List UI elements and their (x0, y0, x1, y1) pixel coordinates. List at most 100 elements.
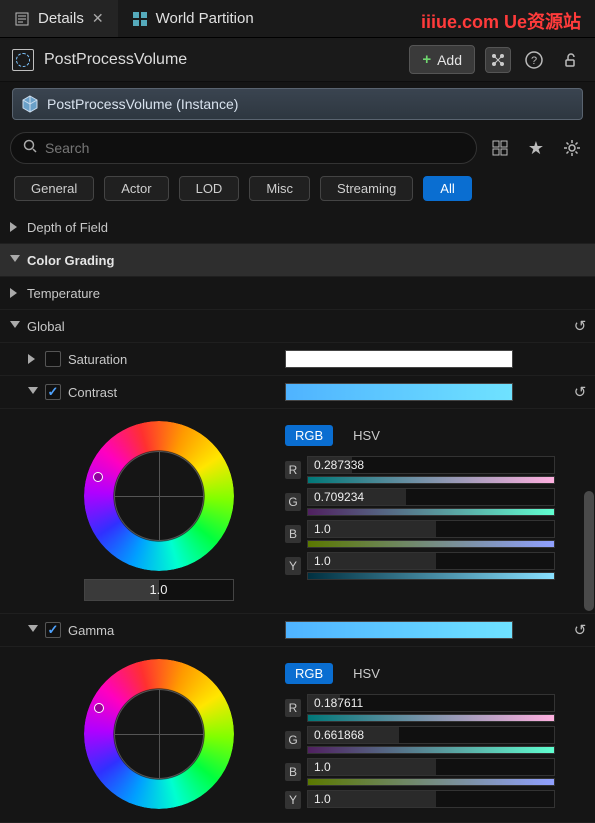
title-row: PostProcessVolume + Add ? (0, 38, 595, 82)
lock-icon[interactable] (557, 47, 583, 73)
contrast-editor: 1.0 RGB HSV R 0.287338 G 0.709234 (0, 409, 595, 614)
contrast-y-gradient[interactable] (307, 572, 555, 580)
browse-icon[interactable] (485, 47, 511, 73)
gamma-g-value: 0.661868 (314, 728, 364, 742)
svg-text:?: ? (531, 55, 537, 67)
gamma-r-gradient[interactable] (307, 714, 555, 722)
contrast-g-gradient[interactable] (307, 508, 555, 516)
gamma-b-gradient[interactable] (307, 778, 555, 786)
instance-row[interactable]: PostProcessVolume (Instance) (12, 88, 583, 120)
chevron-down-icon (10, 255, 20, 265)
search-row: ★ (0, 126, 595, 170)
search-input[interactable] (45, 140, 464, 156)
chip-actor[interactable]: Actor (104, 176, 168, 201)
plus-icon: + (422, 51, 431, 68)
gamma-r-slider[interactable]: 0.187611 (307, 694, 555, 712)
row-depth-of-field[interactable]: Depth of Field (0, 211, 595, 244)
row-saturation[interactable]: Saturation (0, 343, 595, 376)
gamma-b-slider[interactable]: 1.0 (307, 758, 555, 776)
contrast-b-value: 1.0 (314, 522, 331, 536)
instance-label: PostProcessVolume (Instance) (47, 96, 238, 112)
r-label: R (285, 699, 301, 717)
wheel-marker[interactable] (93, 472, 103, 482)
contrast-b-gradient[interactable] (307, 540, 555, 548)
r-label: R (285, 461, 301, 479)
gamma-y-value: 1.0 (314, 792, 331, 806)
chevron-right-icon (28, 354, 38, 364)
tab-world-partition[interactable]: World Partition (118, 0, 268, 37)
add-button-label: Add (437, 52, 462, 68)
mode-rgb[interactable]: RGB (285, 663, 333, 684)
saturation-label: Saturation (68, 352, 127, 367)
depth-of-field-label: Depth of Field (27, 220, 108, 235)
gamma-y-slider[interactable]: 1.0 (307, 790, 555, 808)
b-label: B (285, 525, 301, 543)
saturation-swatch[interactable] (285, 350, 513, 368)
contrast-r-gradient[interactable] (307, 476, 555, 484)
b-label: B (285, 763, 301, 781)
tab-details[interactable]: Details ✕ (0, 0, 118, 37)
add-button[interactable]: + Add (409, 45, 475, 74)
mode-rgb[interactable]: RGB (285, 425, 333, 446)
color-grading-label: Color Grading (27, 253, 114, 268)
chevron-right-icon (10, 288, 20, 298)
filter-chips: General Actor LOD Misc Streaming All (0, 170, 595, 211)
chip-general[interactable]: General (14, 176, 94, 201)
property-area: Depth of Field Color Grading Temperature… (0, 211, 595, 823)
mode-hsv[interactable]: HSV (343, 663, 390, 684)
reset-icon[interactable]: ↺ (574, 383, 587, 401)
close-icon[interactable]: ✕ (92, 10, 104, 27)
global-label: Global (27, 319, 65, 334)
tab-details-label: Details (38, 10, 84, 27)
row-temperature[interactable]: Temperature (0, 277, 595, 310)
reset-icon[interactable]: ↺ (574, 317, 587, 335)
world-partition-icon (132, 11, 148, 27)
contrast-checkbox[interactable] (45, 384, 61, 400)
tab-world-partition-label: World Partition (156, 10, 254, 27)
gamma-b-value: 1.0 (314, 760, 331, 774)
gamma-checkbox[interactable] (45, 622, 61, 638)
color-wheel[interactable] (84, 421, 234, 571)
scrollbar[interactable] (584, 491, 594, 691)
search-icon (23, 139, 37, 157)
chevron-right-icon (10, 222, 20, 232)
contrast-b-slider[interactable]: 1.0 (307, 520, 555, 538)
volume-icon (21, 95, 39, 113)
contrast-label: Contrast (68, 385, 117, 400)
chevron-down-icon (28, 625, 38, 635)
page-title: PostProcessVolume (44, 51, 399, 69)
gamma-label: Gamma (68, 623, 114, 638)
contrast-y-slider[interactable]: 1.0 (307, 552, 555, 570)
row-gamma[interactable]: Gamma ↺ (0, 614, 595, 647)
gamma-swatch[interactable] (285, 621, 513, 639)
gamma-g-slider[interactable]: 0.661868 (307, 726, 555, 744)
contrast-g-slider[interactable]: 0.709234 (307, 488, 555, 506)
gear-icon[interactable] (559, 135, 585, 161)
help-icon[interactable]: ? (521, 47, 547, 73)
g-label: G (285, 493, 301, 511)
row-contrast[interactable]: Contrast ↺ (0, 376, 595, 409)
color-wheel[interactable] (84, 659, 234, 809)
chip-misc[interactable]: Misc (249, 176, 310, 201)
contrast-y-value: 1.0 (314, 554, 331, 568)
gamma-g-gradient[interactable] (307, 746, 555, 754)
wheel-value-text: 1.0 (84, 579, 234, 601)
contrast-r-value: 0.287338 (314, 458, 364, 472)
contrast-r-slider[interactable]: 0.287338 (307, 456, 555, 474)
component-icon (12, 49, 34, 71)
chip-lod[interactable]: LOD (179, 176, 240, 201)
chevron-down-icon (28, 387, 38, 397)
favorite-icon[interactable]: ★ (523, 135, 549, 161)
row-color-grading[interactable]: Color Grading (0, 244, 595, 277)
saturation-checkbox[interactable] (45, 351, 61, 367)
row-global[interactable]: Global ↺ (0, 310, 595, 343)
contrast-swatch[interactable] (285, 383, 513, 401)
tab-bar: Details ✕ World Partition (0, 0, 595, 38)
grid-view-icon[interactable] (487, 135, 513, 161)
y-label: Y (285, 557, 301, 575)
wheel-marker[interactable] (94, 703, 104, 713)
chip-streaming[interactable]: Streaming (320, 176, 413, 201)
chip-all[interactable]: All (423, 176, 471, 201)
mode-hsv[interactable]: HSV (343, 425, 390, 446)
search-input-wrap[interactable] (10, 132, 477, 164)
